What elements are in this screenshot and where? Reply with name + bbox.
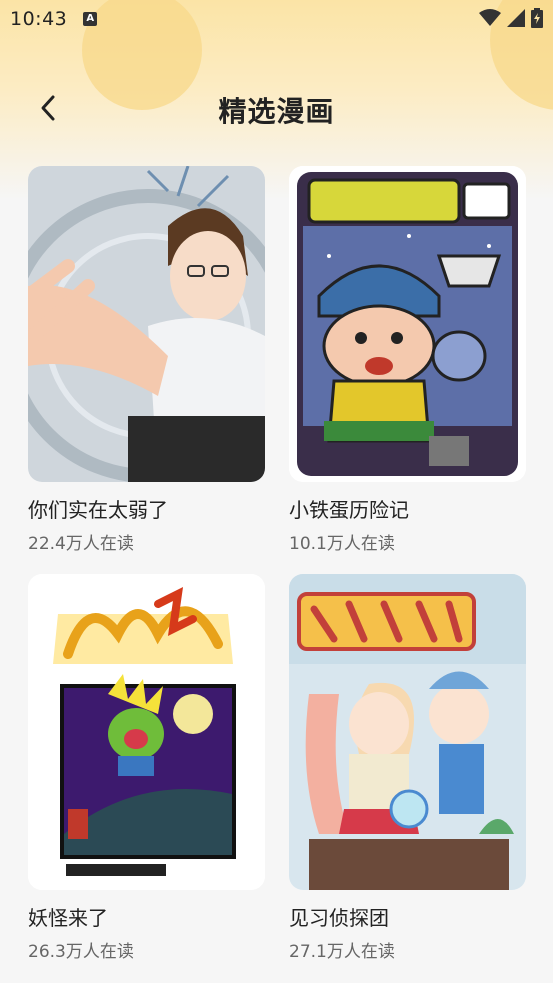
comic-title: 你们实在太弱了 — [28, 498, 168, 522]
status-time: 10:43 — [10, 8, 68, 30]
battery-icon — [531, 8, 543, 28]
comic-title: 见习侦探团 — [289, 906, 389, 930]
comic-title: 小铁蛋历险记 — [289, 498, 409, 522]
comic-title: 妖怪来了 — [28, 906, 108, 930]
comic-cover[interactable] — [28, 574, 265, 890]
comic-cover[interactable] — [28, 166, 265, 482]
adventure-kid-cover-icon — [289, 166, 526, 482]
comic-readers: 10.1万人在读 — [289, 534, 395, 554]
monster-cover-icon — [28, 574, 265, 890]
comic-card[interactable]: 见习侦探团 27.1万人在读 — [289, 574, 526, 962]
comic-readers: 22.4万人在读 — [28, 534, 134, 554]
page-title: 精选漫画 — [218, 95, 335, 128]
comic-card[interactable]: 小铁蛋历险记 10.1万人在读 — [289, 166, 526, 554]
wifi-icon — [479, 9, 501, 26]
notification-icon: A — [83, 12, 98, 26]
manga-hero-cover-icon — [28, 166, 265, 482]
detective-team-cover-icon — [289, 574, 526, 890]
comic-cover[interactable] — [289, 574, 526, 890]
signal-icon — [507, 9, 525, 27]
comic-card[interactable]: 妖怪来了 26.3万人在读 — [28, 574, 265, 962]
comic-cover[interactable] — [289, 166, 526, 482]
comic-readers: 27.1万人在读 — [289, 942, 395, 962]
page-header: 精选漫画 — [0, 80, 553, 140]
comic-card[interactable]: 你们实在太弱了 22.4万人在读 — [28, 166, 265, 554]
status-icons — [479, 8, 543, 28]
status-bar: 10:43 A — [0, 0, 553, 38]
comic-readers: 26.3万人在读 — [28, 942, 134, 962]
